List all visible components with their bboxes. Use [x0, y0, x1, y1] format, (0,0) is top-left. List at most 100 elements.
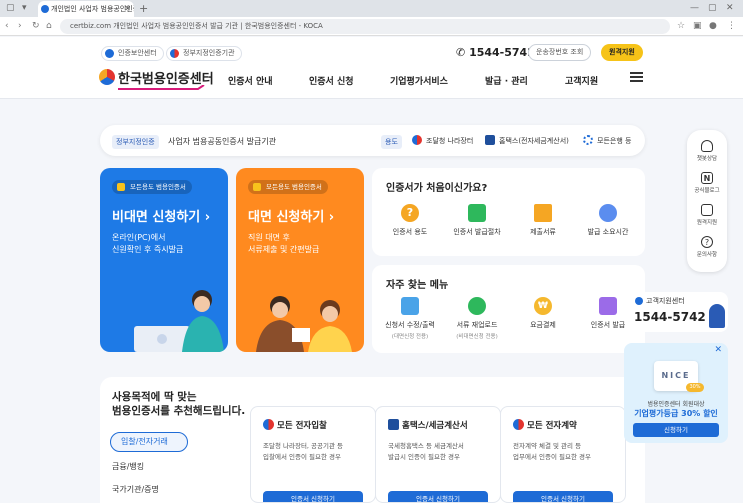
nav-biz-eval[interactable]: 기업평가서비스	[390, 74, 448, 87]
shield-icon	[117, 183, 125, 191]
sidebar-remote[interactable]: 원격지원	[687, 204, 727, 226]
discount-badge: 30%	[686, 383, 704, 392]
clock-icon	[599, 204, 617, 222]
offline-apply-card[interactable]: 모든용도 범용인증서 대면 신청하기 › 직원 대면 후 서류제출 및 간편발급	[236, 168, 364, 352]
forward-icon[interactable]: ›	[18, 17, 22, 36]
remote-support-button[interactable]: 원격지원	[601, 44, 643, 61]
online-illustration	[134, 290, 224, 352]
use-bank[interactable]: 모든은행 등	[597, 136, 631, 146]
sidebar-blog[interactable]: N 공식블로그	[687, 172, 727, 194]
url-input[interactable]: certbiz.com 개인법인 사업자 범용공인인증서 발급 기관 | 한국범…	[60, 19, 670, 34]
hamburger-menu-icon[interactable]	[630, 72, 643, 82]
minimize-icon[interactable]: —	[690, 0, 699, 17]
nav-support[interactable]: 고객지원	[565, 74, 598, 87]
maximize-icon[interactable]: ▢	[708, 0, 717, 17]
close-ad-icon[interactable]: ✕	[714, 345, 722, 355]
tab-title: 개인법인 사업자 범용공인인증서 발급 기관 | 한국범용인증센터	[51, 5, 134, 13]
apply-cert-button[interactable]: 인증서 신청하기	[513, 491, 613, 502]
gov-tag: 정부지정인증	[112, 135, 159, 149]
browser-menu-icon[interactable]: ▢	[6, 0, 15, 17]
tracking-button[interactable]: 운송장번호 조회	[528, 44, 592, 61]
hometax-icon	[388, 419, 399, 430]
category-banking[interactable]: 금융/뱅킹	[112, 461, 144, 472]
offline-apply-desc2: 서류제출 및 간편발급	[248, 245, 320, 254]
logo-mark-icon	[99, 69, 115, 85]
offline-apply-title: 대면 신청하기 ›	[248, 210, 335, 225]
extensions-icon[interactable]: ▣	[693, 17, 702, 36]
window-close-icon[interactable]: ✕	[726, 0, 734, 17]
ad-desc: 범용인증센터 회원대상	[647, 401, 705, 408]
question-icon: ?	[401, 204, 419, 222]
faq-title: 자주 찾는 메뉴	[386, 280, 449, 291]
first-time-panel: 인증서가 처음이신가요? ? 인증서 용도 인증서 발급절차 제출서류 발급 소요…	[372, 168, 645, 256]
browser-tab[interactable]: 개인법인 사업자 범용공인인증서 발급 기관 | 한국범용인증센터 ✕	[38, 1, 134, 17]
rec-card-bidding[interactable]: 모든 전자입찰 조달청 나라장터, 공공기관 등 입찰에서 인증이 필요한 경우 …	[250, 406, 376, 503]
blog-icon: N	[701, 172, 713, 184]
use-hometax[interactable]: 홈택스(전자세금계산서)	[499, 136, 569, 146]
monitor-icon	[701, 204, 713, 216]
close-tab-icon[interactable]: ✕	[124, 1, 131, 17]
download-icon	[599, 297, 617, 315]
phone-icon: ✆	[456, 46, 466, 59]
tab-list-icon[interactable]: ▾	[22, 0, 27, 17]
apply-cert-button[interactable]: 인증서 신청하기	[388, 491, 488, 502]
refresh-icon	[468, 297, 486, 315]
faq-payment[interactable]: ₩ 요금결제	[510, 297, 576, 330]
use-naraj[interactable]: 조달청 나라장터	[426, 136, 473, 146]
use-tag: 용도	[381, 135, 402, 149]
apply-cert-button[interactable]: 인증서 신청하기	[263, 491, 363, 502]
first-time-title: 인증서가 처음이신가요?	[386, 183, 488, 194]
shield-icon	[253, 183, 261, 191]
quick-issue-time[interactable]: 발급 소요시간	[575, 204, 641, 237]
faq-edit-print[interactable]: 신청서 수정/출력 (대면신청 전용)	[377, 297, 443, 340]
nav-cert-apply[interactable]: 인증서 신청	[309, 74, 354, 87]
back-icon[interactable]: ‹	[5, 17, 9, 36]
quick-documents[interactable]: 제출서류	[510, 204, 576, 237]
bookmark-icon[interactable]: ☆	[677, 17, 685, 36]
info-text: 사업자 범용공동인증서 발급기관	[168, 137, 277, 146]
rec-card-contract[interactable]: 모든 전자계약 전자계약 체결 및 관리 등 업무에서 인증이 필요한 경우 인증…	[500, 406, 626, 503]
chip-gov-designated[interactable]: 정부지정인증기관	[166, 46, 242, 61]
home-icon[interactable]: ⌂	[46, 17, 52, 36]
quick-issue-process[interactable]: 인증서 발급절차	[444, 204, 510, 237]
header-phone-number: 1544-5742	[469, 46, 535, 59]
online-apply-desc1: 온라인(PC)에서	[112, 233, 166, 242]
rec-card-title: 홈택스/세금계산서	[402, 421, 468, 431]
taegeuk-icon	[170, 49, 179, 58]
logo-underline-annotation	[118, 85, 205, 90]
nav-issue-manage[interactable]: 발급 · 관리	[485, 74, 528, 87]
gov-emblem-icon	[513, 419, 524, 430]
favicon-icon	[41, 5, 49, 13]
customer-center-phone: 1544-5742	[634, 310, 706, 324]
url-text: certbiz.com 개인법인 사업자 범용공인인증서 발급 기관 | 한국범…	[70, 22, 323, 30]
headset-icon	[701, 140, 713, 152]
category-government[interactable]: 국가기관/증명	[112, 484, 159, 495]
sidebar-inquiry[interactable]: ? 문의사항	[687, 236, 727, 258]
profile-icon[interactable]: ●	[709, 17, 717, 36]
sidebar-chatbot[interactable]: 챗봇상담	[687, 140, 727, 162]
card-orange-pill: 모든용도 범용인증서	[248, 180, 328, 194]
rec-card-title: 모든 전자계약	[527, 421, 577, 431]
rec-card-title: 모든 전자입찰	[277, 421, 327, 431]
reload-icon[interactable]: ↻	[32, 17, 40, 36]
hometax-icon	[485, 135, 495, 145]
chip-cert-security[interactable]: 인증보안센터	[101, 46, 164, 61]
edit-doc-icon	[401, 297, 419, 315]
naraj-icon	[412, 135, 422, 145]
ad-apply-button[interactable]: 신청하기	[633, 423, 719, 437]
rec-card-hometax[interactable]: 홈택스/세금계산서 국세청홈택스 등 세금계산서 발급시 인증이 필요한 경우 인…	[375, 406, 501, 503]
customer-center-card[interactable]: 고객지원센터 1544-5742	[631, 292, 728, 332]
checklist-icon	[468, 204, 486, 222]
quick-cert-usage[interactable]: ? 인증서 용도	[377, 204, 443, 237]
quick-sidebar: 챗봇상담 N 공식블로그 원격지원 ? 문의사항	[687, 130, 727, 272]
nice-ad-banner[interactable]: ✕ NICE 30% 범용인증센터 회원대상 기업평가등급 30% 할인 신청하…	[624, 343, 728, 443]
new-tab-icon[interactable]: +	[139, 0, 148, 17]
browser-more-icon[interactable]: ⋮	[727, 17, 736, 36]
category-bidding[interactable]: 입찰/전자거래	[110, 432, 188, 452]
offline-illustration	[256, 296, 352, 352]
faq-reupload[interactable]: 서류 재업로드 (비대면신청 전용)	[444, 297, 510, 340]
online-apply-desc2: 신원확인 후 즉시발급	[112, 245, 184, 254]
online-apply-card[interactable]: 모든용도 범용인증서 비대면 신청하기 › 온라인(PC)에서 신원확인 후 즉…	[100, 168, 228, 352]
nav-cert-guide[interactable]: 인증서 안내	[228, 74, 273, 87]
faq-panel: 자주 찾는 메뉴 신청서 수정/출력 (대면신청 전용) 서류 재업로드 (비대면신…	[372, 265, 645, 353]
